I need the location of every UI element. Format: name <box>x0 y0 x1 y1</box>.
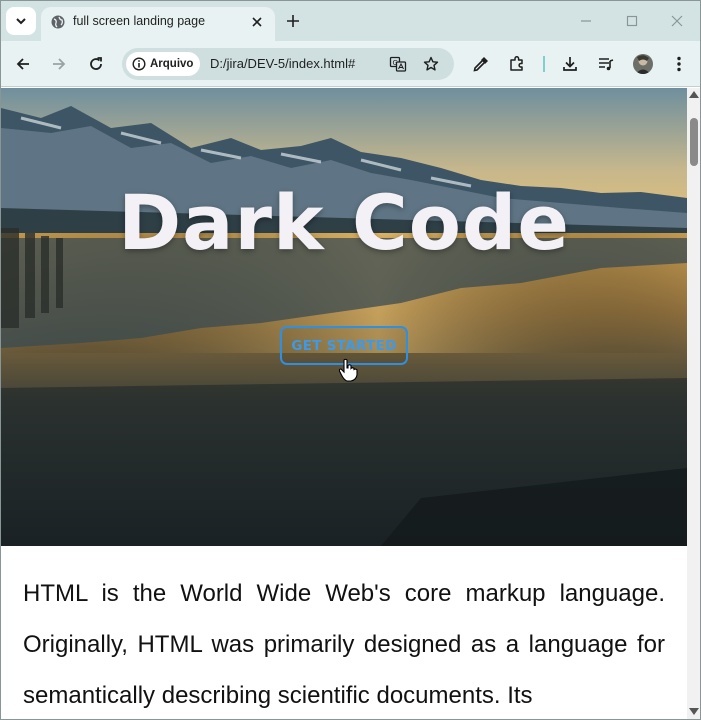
scroll-up-arrow-icon[interactable] <box>689 91 699 98</box>
browser-window: full screen landing page Arquivo D:/jira… <box>0 0 701 720</box>
menu-button[interactable] <box>667 52 691 76</box>
site-info-label: Arquivo <box>150 58 194 70</box>
get-started-label: GET STARTED <box>291 337 397 354</box>
avatar <box>633 54 653 74</box>
chevron-down-icon <box>16 18 26 25</box>
close-window-button[interactable] <box>665 9 689 33</box>
plus-icon <box>287 15 299 27</box>
hero-background-image <box>1 88 687 546</box>
minimize-icon <box>581 20 591 22</box>
puzzle-icon <box>510 55 523 71</box>
downloads-button[interactable] <box>558 52 582 76</box>
eyedropper-icon <box>473 57 488 72</box>
tab-title: full screen landing page <box>73 14 206 28</box>
toolbar-separator <box>543 56 545 72</box>
maximize-icon <box>626 15 638 27</box>
tab-search-button[interactable] <box>6 7 36 35</box>
site-info-chip[interactable]: Arquivo <box>126 52 200 76</box>
translate-icon: G <box>389 56 407 72</box>
new-tab-button[interactable] <box>282 10 304 32</box>
minimize-button[interactable] <box>574 9 598 33</box>
kebab-menu-icon <box>677 56 681 72</box>
address-bar[interactable]: Arquivo D:/jira/DEV-5/index.html# G <box>122 48 454 80</box>
maximize-button[interactable] <box>620 9 644 33</box>
extensions-button[interactable] <box>505 52 529 76</box>
profile-button[interactable] <box>631 52 655 76</box>
scroll-down-arrow-icon[interactable] <box>689 708 699 715</box>
intro-paragraph: HTML is the World Wide Web's core markup… <box>23 580 665 709</box>
translate-button[interactable]: G <box>386 52 410 76</box>
bookmark-button[interactable] <box>419 52 443 76</box>
download-icon <box>563 57 577 71</box>
close-icon <box>252 17 262 27</box>
tab-active[interactable]: full screen landing page <box>41 7 275 41</box>
hand-pointer-cursor-icon <box>338 358 358 382</box>
arrow-left-icon <box>16 58 29 70</box>
reload-button[interactable] <box>84 52 108 76</box>
star-icon <box>423 56 439 71</box>
reload-icon <box>90 57 102 70</box>
tab-close-button[interactable] <box>248 13 266 31</box>
close-icon <box>671 15 683 27</box>
forward-button[interactable] <box>47 52 71 76</box>
globe-icon <box>51 15 65 29</box>
url-text[interactable]: D:/jira/DEV-5/index.html# <box>210 56 355 71</box>
info-icon <box>132 57 146 71</box>
back-button[interactable] <box>11 52 35 76</box>
browser-toolbar: Arquivo D:/jira/DEV-5/index.html# G <box>1 41 700 87</box>
page-viewport[interactable]: Dark Code GET STARTED HTML is the World … <box>1 88 687 719</box>
media-controls-button[interactable] <box>594 52 618 76</box>
vertical-scrollbar[interactable] <box>687 88 700 719</box>
scrollbar-thumb[interactable] <box>690 118 698 166</box>
hero-title: Dark Code <box>118 178 570 267</box>
playlist-icon <box>599 58 614 71</box>
arrow-right-icon <box>53 58 66 70</box>
tab-strip: full screen landing page <box>1 1 700 41</box>
eyedropper-button[interactable] <box>469 52 493 76</box>
hero-section: Dark Code GET STARTED <box>1 88 687 546</box>
